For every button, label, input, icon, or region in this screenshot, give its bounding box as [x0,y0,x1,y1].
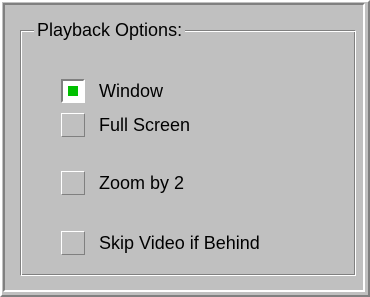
full-screen-option[interactable]: Full Screen [61,113,190,137]
skip-video-label[interactable]: Skip Video if Behind [99,231,260,255]
zoom-by-2-option[interactable]: Zoom by 2 [61,171,184,195]
skip-video-option[interactable]: Skip Video if Behind [61,231,260,255]
check-mark-icon [68,86,78,96]
zoom-by-2-label[interactable]: Zoom by 2 [99,171,184,195]
zoom-by-2-checkbox[interactable] [61,171,85,195]
full-screen-checkbox[interactable] [61,113,85,137]
playback-options-title: Playback Options: [34,19,186,41]
window-label[interactable]: Window [99,79,163,103]
full-screen-label[interactable]: Full Screen [99,113,190,137]
window-option[interactable]: Window [61,79,163,103]
window-checkbox[interactable] [61,79,85,103]
skip-video-checkbox[interactable] [61,231,85,255]
